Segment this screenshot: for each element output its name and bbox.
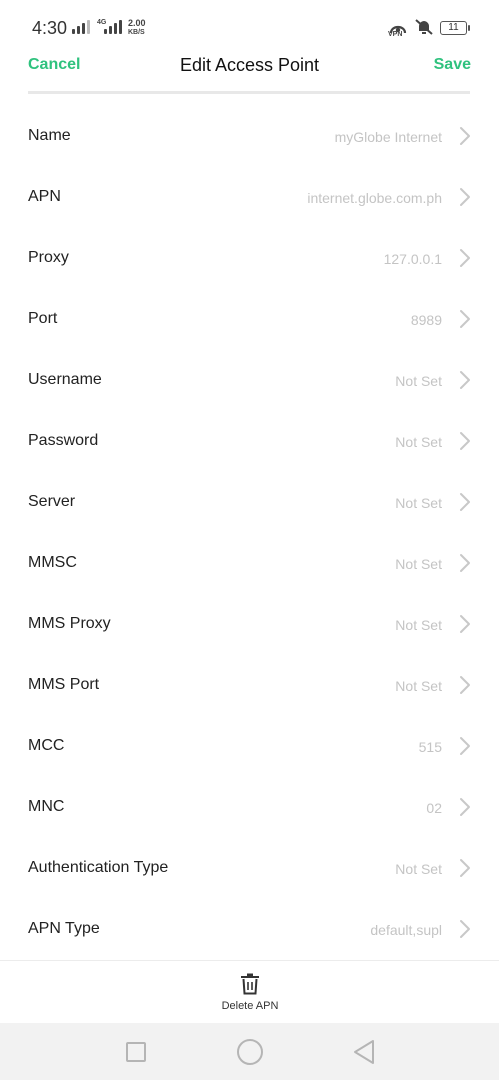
settings-row-mms-proxy[interactable]: MMS Proxy Not Set <box>0 594 499 655</box>
status-time: 4:30 <box>32 18 68 38</box>
settings-row-mnc[interactable]: MNC 02 <box>0 777 499 838</box>
chevron-right-icon <box>460 615 470 633</box>
row-value: internet.globe.com.ph <box>307 190 442 206</box>
recents-square-icon[interactable] <box>126 1042 146 1062</box>
row-value: Not Set <box>395 678 442 694</box>
settings-row-apn[interactable]: APN internet.globe.com.ph <box>0 167 499 228</box>
settings-row-authentication-type[interactable]: Authentication Type Not Set <box>0 838 499 899</box>
header-divider <box>28 91 470 94</box>
chevron-right-icon <box>460 188 470 206</box>
home-circle-icon[interactable] <box>237 1039 263 1065</box>
signal-strength-icon-1 <box>72 18 90 34</box>
save-button[interactable]: Save <box>434 56 471 74</box>
row-label: MMS Proxy <box>28 615 111 632</box>
back-triangle-icon[interactable] <box>352 1039 376 1065</box>
settings-row-name[interactable]: Name myGlobe Internet <box>0 106 499 167</box>
settings-row-mcc[interactable]: MCC 515 <box>0 716 499 777</box>
status-bar: 4:30 4G 2.00 KB/S VPN 11 <box>0 0 499 52</box>
row-label: MMS Port <box>28 676 100 693</box>
bottom-action-bar: Delete APN <box>0 960 499 1023</box>
row-value: Not Set <box>395 373 442 389</box>
chevron-right-icon <box>460 554 470 572</box>
row-value: Not Set <box>395 434 442 450</box>
row-value: Not Set <box>395 861 442 877</box>
chevron-right-icon <box>460 798 470 816</box>
row-value: default,supl <box>370 922 442 938</box>
row-label: Password <box>28 432 99 449</box>
chevron-right-icon <box>460 737 470 755</box>
row-label: APN Type <box>28 920 100 937</box>
chevron-right-icon <box>460 432 470 450</box>
battery-level: 11 <box>448 22 459 33</box>
settings-row-port[interactable]: Port 8989 <box>0 289 499 350</box>
network-speed: 2.00 KB/S <box>128 19 146 37</box>
settings-row-proxy[interactable]: Proxy 127.0.0.1 <box>0 228 499 289</box>
row-label: Name <box>28 127 71 144</box>
apn-settings-list: Name myGlobe Internet APN internet.globe.co… <box>0 106 499 960</box>
chevron-right-icon <box>460 249 470 267</box>
vpn-label: VPN <box>388 31 403 38</box>
row-label: Server <box>28 493 76 510</box>
row-value: Not Set <box>395 495 442 511</box>
settings-row-mms-port[interactable]: MMS Port Not Set <box>0 655 499 716</box>
row-value: 02 <box>426 800 442 816</box>
system-nav-bar <box>0 1023 499 1080</box>
row-value: 127.0.0.1 <box>383 251 442 267</box>
row-value: Not Set <box>395 556 442 572</box>
top-app-bar: Cancel Edit Access Point Save <box>0 46 499 90</box>
row-label: MMSC <box>28 554 77 571</box>
signal-strength-icon-2 <box>104 18 122 34</box>
settings-row-apn-type[interactable]: APN Type default,supl <box>0 899 499 960</box>
battery-icon: 11 <box>440 21 470 35</box>
row-value: myGlobe Internet <box>334 129 442 145</box>
row-label: APN <box>28 188 61 205</box>
chevron-right-icon <box>460 859 470 877</box>
row-label: MCC <box>28 737 65 754</box>
row-label: Username <box>28 371 102 388</box>
chevron-right-icon <box>460 676 470 694</box>
row-label: Port <box>28 310 58 327</box>
chevron-right-icon <box>460 310 470 328</box>
settings-row-password[interactable]: Password Not Set <box>0 411 499 472</box>
chevron-right-icon <box>460 493 470 511</box>
settings-row-server[interactable]: Server Not Set <box>0 472 499 533</box>
speed-unit: KB/S <box>128 29 145 36</box>
delete-apn-label: Delete APN <box>221 1000 279 1012</box>
settings-row-mmsc[interactable]: MMSC Not Set <box>0 533 499 594</box>
chevron-right-icon <box>460 920 470 938</box>
trash-icon <box>241 973 259 995</box>
chevron-right-icon <box>460 371 470 389</box>
page-title: Edit Access Point <box>179 55 320 75</box>
row-label: Authentication Type <box>28 859 169 876</box>
mute-bell-icon <box>415 19 433 35</box>
speed-value: 2.00 <box>128 18 146 28</box>
row-value: Not Set <box>395 617 442 633</box>
row-label: Proxy <box>28 249 69 266</box>
settings-row-username[interactable]: Username Not Set <box>0 350 499 411</box>
edit-access-point-screen: 4:30 4G 2.00 KB/S VPN 11 Cancel Edit Acc… <box>0 0 499 1080</box>
chevron-right-icon <box>460 127 470 145</box>
row-label: MNC <box>28 798 65 815</box>
row-value: 515 <box>418 739 442 755</box>
delete-apn-button[interactable]: Delete APN <box>200 969 300 1019</box>
row-value: 8989 <box>410 312 442 328</box>
